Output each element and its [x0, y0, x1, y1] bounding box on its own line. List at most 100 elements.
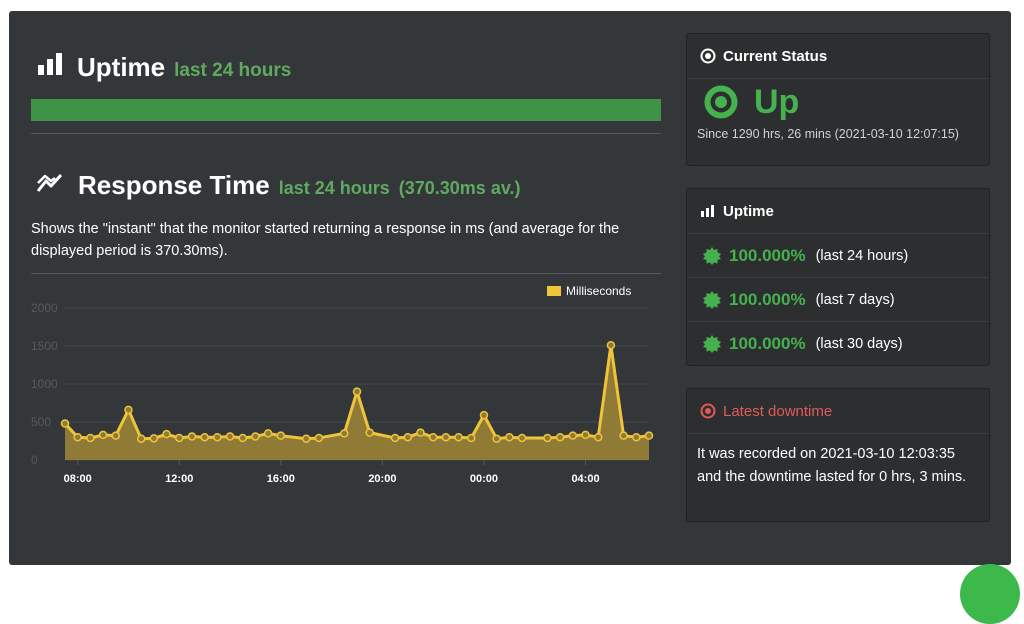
data-point — [251, 432, 260, 441]
y-tick-label: 1000 — [31, 377, 58, 391]
data-point — [606, 340, 616, 350]
uptime-card: Uptime 100.000% (last 24 hours) 100.000%… — [686, 188, 990, 366]
response-time-period: last 24 hours — [278, 178, 390, 198]
uptime-card-header: Uptime — [687, 189, 989, 234]
response-time-heading: Response Time last 24 hours (370.30ms av… — [36, 170, 521, 201]
line-chart-icon — [36, 170, 66, 194]
data-point — [428, 432, 438, 442]
area-fill — [65, 345, 649, 460]
data-point — [632, 432, 641, 442]
data-point — [175, 433, 184, 443]
data-point — [162, 429, 171, 439]
latest-downtime-text: It was recorded on 2021-03-10 12:03:35 a… — [697, 446, 967, 485]
current-status-title: Current Status — [723, 47, 828, 65]
data-point — [73, 432, 82, 442]
legend-swatch — [547, 286, 561, 296]
y-tick-label: 500 — [31, 415, 51, 429]
data-point — [340, 429, 349, 438]
uptime-row-30d: 100.000% (last 30 days) — [687, 322, 989, 365]
data-point — [86, 433, 95, 443]
response-time-chart: 0 500 1000 1500 2000 08:00 12:00 16:00 20:00 00:0… — [31, 284, 654, 485]
divider — [31, 273, 661, 274]
data-point — [187, 432, 197, 441]
data-point — [238, 433, 247, 443]
uptime-row-7d: 100.000% (last 7 days) — [687, 278, 989, 322]
data-point — [213, 432, 222, 442]
data-point — [149, 434, 159, 443]
uptime-bar — [31, 99, 661, 121]
y-tick-label: 2000 — [31, 301, 58, 315]
status-indicator: Up — [687, 79, 989, 125]
data-point — [124, 405, 133, 415]
status-text: Up — [754, 82, 800, 121]
dot-circle-icon — [700, 48, 716, 64]
bar-chart-icon — [700, 204, 716, 218]
latest-downtime-title: Latest downtime — [723, 402, 833, 420]
uptime-heading: Uptime last 24 hours — [37, 52, 291, 83]
data-point — [555, 432, 565, 442]
uptime-period-label: (last 30 days) — [815, 335, 903, 352]
uptime-title: Uptime — [77, 52, 166, 82]
data-point — [517, 433, 527, 443]
certificate-icon — [703, 246, 721, 265]
certificate-icon — [703, 290, 721, 309]
uptime-percent: 100.000% — [729, 245, 806, 265]
data-point — [479, 410, 489, 420]
data-point — [390, 433, 400, 443]
uptime-row-24h: 100.000% (last 24 hours) — [687, 234, 989, 278]
data-point — [441, 432, 451, 442]
y-tick-label: 0 — [31, 453, 38, 467]
data-point — [98, 430, 108, 440]
data-point — [365, 428, 374, 437]
uptime-period-label: (last 24 hours) — [815, 247, 909, 264]
uptime-period: last 24 hours — [174, 60, 292, 81]
response-time-description: Shows the "instant" that the monitor sta… — [31, 221, 620, 259]
x-tick-label: 00:00 — [470, 473, 498, 485]
data-point — [225, 432, 235, 441]
certificate-icon — [703, 334, 721, 353]
data-point — [581, 430, 590, 440]
uptime-card-title: Uptime — [723, 202, 774, 220]
data-point — [593, 432, 603, 442]
data-point — [136, 434, 146, 443]
data-point — [568, 431, 578, 440]
x-tick-label: 12:00 — [165, 473, 193, 485]
status-up-icon — [704, 85, 738, 119]
data-point — [467, 433, 476, 443]
data-point — [314, 433, 324, 443]
response-time-average: (370.30ms av.) — [398, 178, 521, 198]
latest-downtime-card: Latest downtime It was recorded on 2021-… — [686, 388, 990, 522]
uptime-percent: 100.000% — [729, 333, 806, 353]
data-point — [644, 431, 654, 440]
bar-chart-icon — [37, 52, 65, 76]
latest-downtime-header: Latest downtime — [687, 389, 989, 434]
data-point — [505, 432, 514, 442]
x-tick-label: 04:00 — [571, 473, 599, 485]
current-status-card: Current Status Up Since 1290 hrs, 26 min… — [686, 33, 990, 166]
divider — [31, 133, 661, 134]
x-tick-label: 16:00 — [267, 473, 295, 485]
uptime-period-label: (last 7 days) — [815, 291, 895, 308]
chat-bubble-button[interactable] — [960, 564, 1020, 624]
data-point — [352, 387, 362, 396]
data-point — [492, 434, 501, 443]
status-since: Since 1290 hrs, 26 mins (2021-03-10 12:0… — [697, 127, 959, 141]
legend-label: Milliseconds — [566, 284, 631, 298]
data-point — [263, 429, 273, 438]
data-point — [200, 432, 209, 442]
data-point — [543, 433, 552, 443]
data-point — [301, 434, 311, 443]
data-point — [619, 431, 628, 440]
data-point — [276, 431, 286, 440]
dot-circle-icon — [700, 403, 716, 419]
data-point — [60, 419, 70, 428]
data-point — [111, 431, 121, 440]
x-tick-label: 20:00 — [368, 473, 396, 485]
response-time-title: Response Time — [78, 170, 270, 200]
data-point — [403, 432, 413, 442]
y-tick-label: 1500 — [31, 339, 58, 353]
data-point — [416, 428, 425, 437]
data-point — [454, 432, 463, 442]
uptime-percent: 100.000% — [729, 289, 806, 309]
current-status-header: Current Status — [687, 34, 989, 79]
